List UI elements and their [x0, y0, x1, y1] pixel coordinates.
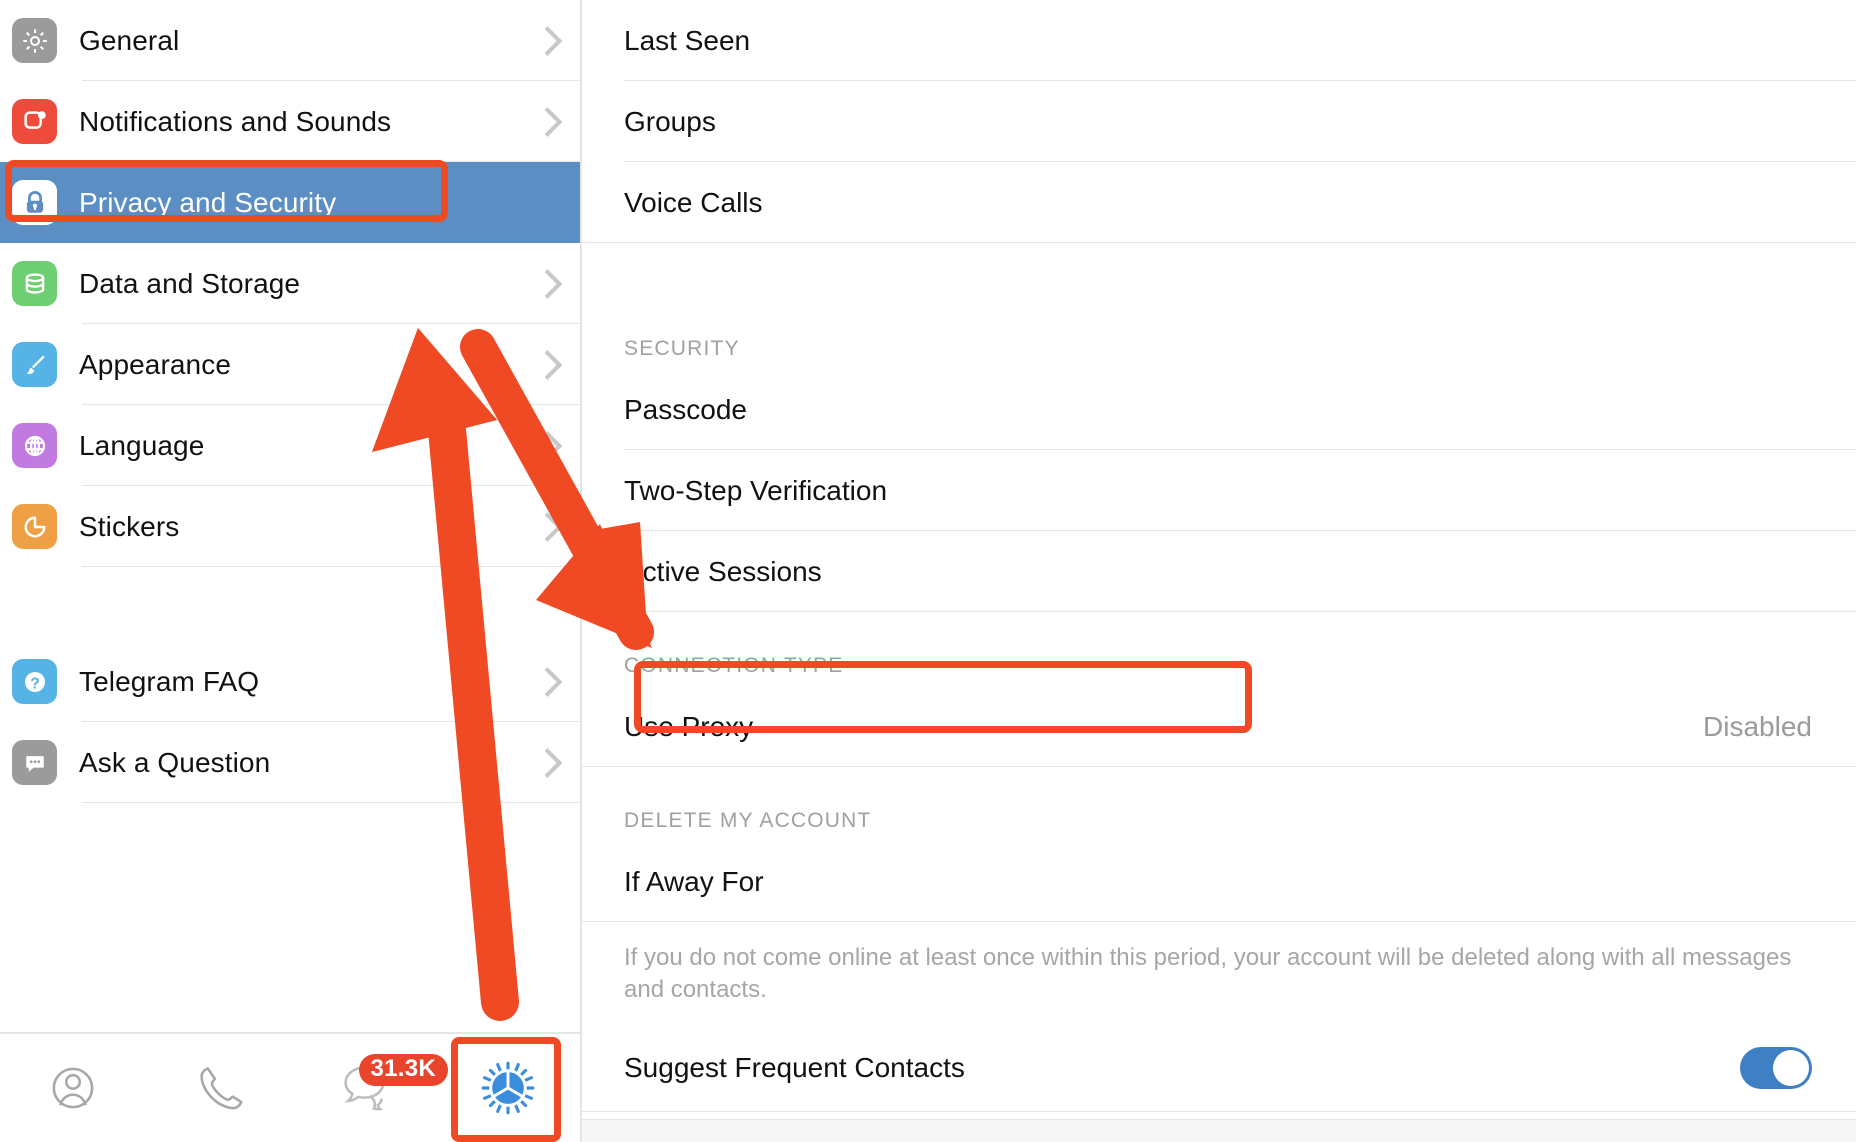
row-label: Last Seen	[624, 24, 751, 56]
section-header-connection-type: CONNECTION TYPE	[624, 654, 844, 677]
sidebar-item-label: Ask a Question	[79, 746, 271, 778]
row-groups[interactable]: Groups	[582, 81, 1856, 162]
sidebar-section-gap	[0, 567, 580, 641]
row-active-sessions[interactable]: Active Sessions	[582, 531, 1856, 612]
globe-icon	[12, 423, 57, 468]
settings-sidebar: General Notifications and Sounds Privacy…	[0, 0, 582, 1142]
chat-bubble-icon	[12, 740, 57, 785]
chevron-right-icon	[532, 747, 563, 778]
paintbrush-icon	[12, 342, 57, 387]
gear-icon	[12, 18, 57, 63]
gear-icon	[481, 1061, 534, 1115]
sidebar-item-notifications-and-sounds[interactable]: Notifications and Sounds	[0, 81, 580, 162]
chevron-right-icon	[532, 349, 563, 380]
database-icon	[12, 261, 57, 306]
row-voice-calls[interactable]: Voice Calls	[582, 162, 1856, 243]
sidebar-item-language[interactable]: Language	[0, 405, 580, 486]
section-header-security: SECURITY	[624, 337, 740, 360]
sidebar-item-label: Language	[79, 429, 205, 461]
row-if-away-for[interactable]: If Away For	[582, 841, 1856, 922]
sidebar-item-telegram-faq[interactable]: ? Telegram FAQ	[0, 641, 580, 722]
section-header-delete-my-account: DELETE MY ACCOUNT	[624, 809, 872, 832]
row-value: Disabled	[1703, 710, 1812, 742]
sidebar-item-label: Stickers	[79, 510, 180, 542]
sidebar-item-label: General	[79, 24, 180, 56]
status-bar	[582, 1119, 1856, 1142]
settings-window: General Notifications and Sounds Privacy…	[0, 0, 1856, 1142]
row-label: If Away For	[624, 865, 764, 897]
suggest-frequent-contacts-toggle[interactable]	[1740, 1046, 1812, 1089]
lock-icon	[12, 180, 57, 225]
row-label: Use Proxy	[624, 710, 754, 742]
contacts-tab[interactable]	[0, 1034, 145, 1142]
chevron-right-icon	[532, 666, 563, 697]
svg-text:?: ?	[30, 675, 40, 692]
divider	[82, 802, 580, 803]
row-label: Suggest Frequent Contacts	[624, 1051, 965, 1083]
calls-tab[interactable]	[145, 1034, 290, 1142]
sidebar-item-label: Appearance	[79, 348, 232, 380]
delete-account-note: If you do not come online at least once …	[624, 944, 1792, 1003]
row-last-seen[interactable]: Last Seen	[582, 0, 1856, 81]
settings-tab[interactable]	[435, 1034, 580, 1142]
sticker-icon	[12, 504, 57, 549]
sidebar-item-label: Data and Storage	[79, 267, 301, 299]
privacy-and-security-panel: Last Seen Groups Voice Calls SECURITY Pa…	[582, 0, 1856, 1142]
row-label: Active Sessions	[624, 555, 822, 587]
sidebar-item-appearance[interactable]: Appearance	[0, 324, 580, 405]
row-label: Voice Calls	[624, 186, 763, 218]
chevron-right-icon	[532, 25, 563, 56]
sidebar-item-data-and-storage[interactable]: Data and Storage	[0, 243, 580, 324]
chats-tab[interactable]: 31.3K	[290, 1034, 449, 1142]
phone-handset-icon	[199, 1067, 243, 1110]
sidebar-item-general[interactable]: General	[0, 0, 580, 81]
chevron-right-icon	[532, 106, 563, 137]
bottom-tab-bar: 31.3K	[0, 1032, 580, 1142]
chevron-right-icon	[532, 511, 563, 542]
chevron-right-icon	[532, 268, 563, 299]
row-label: Two-Step Verification	[624, 474, 888, 506]
sidebar-item-privacy-and-security[interactable]: Privacy and Security	[0, 162, 580, 243]
person-icon	[52, 1067, 93, 1109]
sidebar-item-label: Privacy and Security	[79, 186, 337, 218]
sidebar-item-label: Telegram FAQ	[79, 665, 260, 697]
row-label: Groups	[624, 105, 716, 137]
row-passcode[interactable]: Passcode	[582, 369, 1856, 450]
row-use-proxy[interactable]: Use Proxy Disabled	[582, 686, 1856, 767]
bell-notification-icon	[12, 99, 57, 144]
chevron-right-icon	[532, 430, 563, 461]
question-mark-icon: ?	[12, 659, 57, 704]
sidebar-item-stickers[interactable]: Stickers	[0, 486, 580, 567]
row-suggest-frequent-contacts[interactable]: Suggest Frequent Contacts	[582, 1024, 1856, 1112]
row-label: Passcode	[624, 393, 747, 425]
row-two-step-verification[interactable]: Two-Step Verification	[582, 450, 1856, 531]
sidebar-item-label: Notifications and Sounds	[79, 105, 392, 137]
toggle-knob	[1773, 1049, 1809, 1086]
sidebar-item-ask-a-question[interactable]: Ask a Question	[0, 722, 580, 803]
sidebar-list: General Notifications and Sounds Privacy…	[0, 0, 580, 803]
